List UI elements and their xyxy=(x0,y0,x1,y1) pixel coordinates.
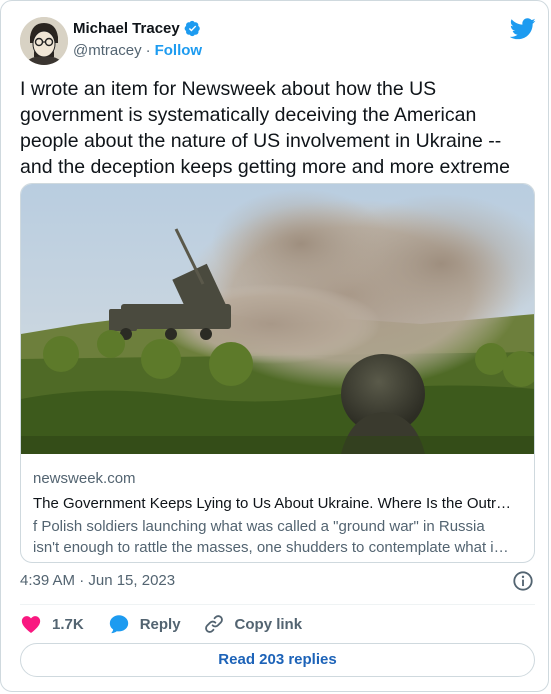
link-meta: newsweek.com The Government Keeps Lying … xyxy=(33,469,523,558)
reply-bubble-icon xyxy=(109,615,128,634)
tweet-text-line: and the deception keeps getting more and… xyxy=(20,156,510,178)
tweet-text-line: government is systematically deceiving t… xyxy=(20,104,477,126)
link-description: f Polish soldiers launching what was cal… xyxy=(33,516,523,558)
tweet-timestamp[interactable]: 4:39 AM · Jun 15, 2023 xyxy=(20,572,175,589)
avatar-illustration xyxy=(20,17,68,65)
tweet-actions: 1.7K Reply Copy link xyxy=(20,612,302,636)
read-replies-button[interactable]: Read 203 replies xyxy=(20,643,535,677)
avatar[interactable] xyxy=(20,17,68,65)
article-photo xyxy=(21,184,534,454)
separator-dot: · xyxy=(145,42,151,59)
tweet-card: Michael Tracey @mtracey · Follow I wrote… xyxy=(0,0,549,692)
like-count: 1.7K xyxy=(52,615,84,633)
divider xyxy=(20,604,535,605)
link-description-line: f Polish soldiers launching what was cal… xyxy=(33,518,485,535)
author-handle[interactable]: @mtracey xyxy=(73,42,142,59)
twitter-bird-icon[interactable] xyxy=(510,18,536,40)
copy-link-button[interactable]: Copy link xyxy=(203,613,303,635)
info-icon[interactable] xyxy=(512,570,534,592)
follow-button[interactable]: Follow xyxy=(155,42,203,59)
link-headline: The Government Keeps Lying to Us About U… xyxy=(33,495,512,512)
link-preview-card[interactable]: newsweek.com The Government Keeps Lying … xyxy=(20,183,535,563)
reply-label: Reply xyxy=(139,615,181,633)
author-handle-row: @mtracey · Follow xyxy=(73,42,202,59)
author-name[interactable]: Michael Tracey xyxy=(73,20,180,37)
link-domain: newsweek.com xyxy=(33,470,136,487)
copy-link-label: Copy link xyxy=(234,615,303,633)
heart-icon xyxy=(21,616,41,633)
author-name-row: Michael Tracey xyxy=(73,20,201,37)
verified-badge-icon xyxy=(184,20,200,37)
link-chain-icon xyxy=(204,615,223,633)
link-description-line: isn't enough to rattle the masses, one s… xyxy=(33,539,509,556)
timestamp-text[interactable]: 4:39 AM · Jun 15, 2023 xyxy=(20,572,175,589)
reply-button[interactable]: Reply xyxy=(108,613,181,635)
like-button[interactable]: 1.7K xyxy=(20,613,84,635)
tweet-text: I wrote an item for Newsweek about how t… xyxy=(20,76,535,180)
tweet-text-line: I wrote an item for Newsweek about how t… xyxy=(20,78,437,100)
tweet-text-line: people about the nature of US involvemen… xyxy=(20,130,502,152)
